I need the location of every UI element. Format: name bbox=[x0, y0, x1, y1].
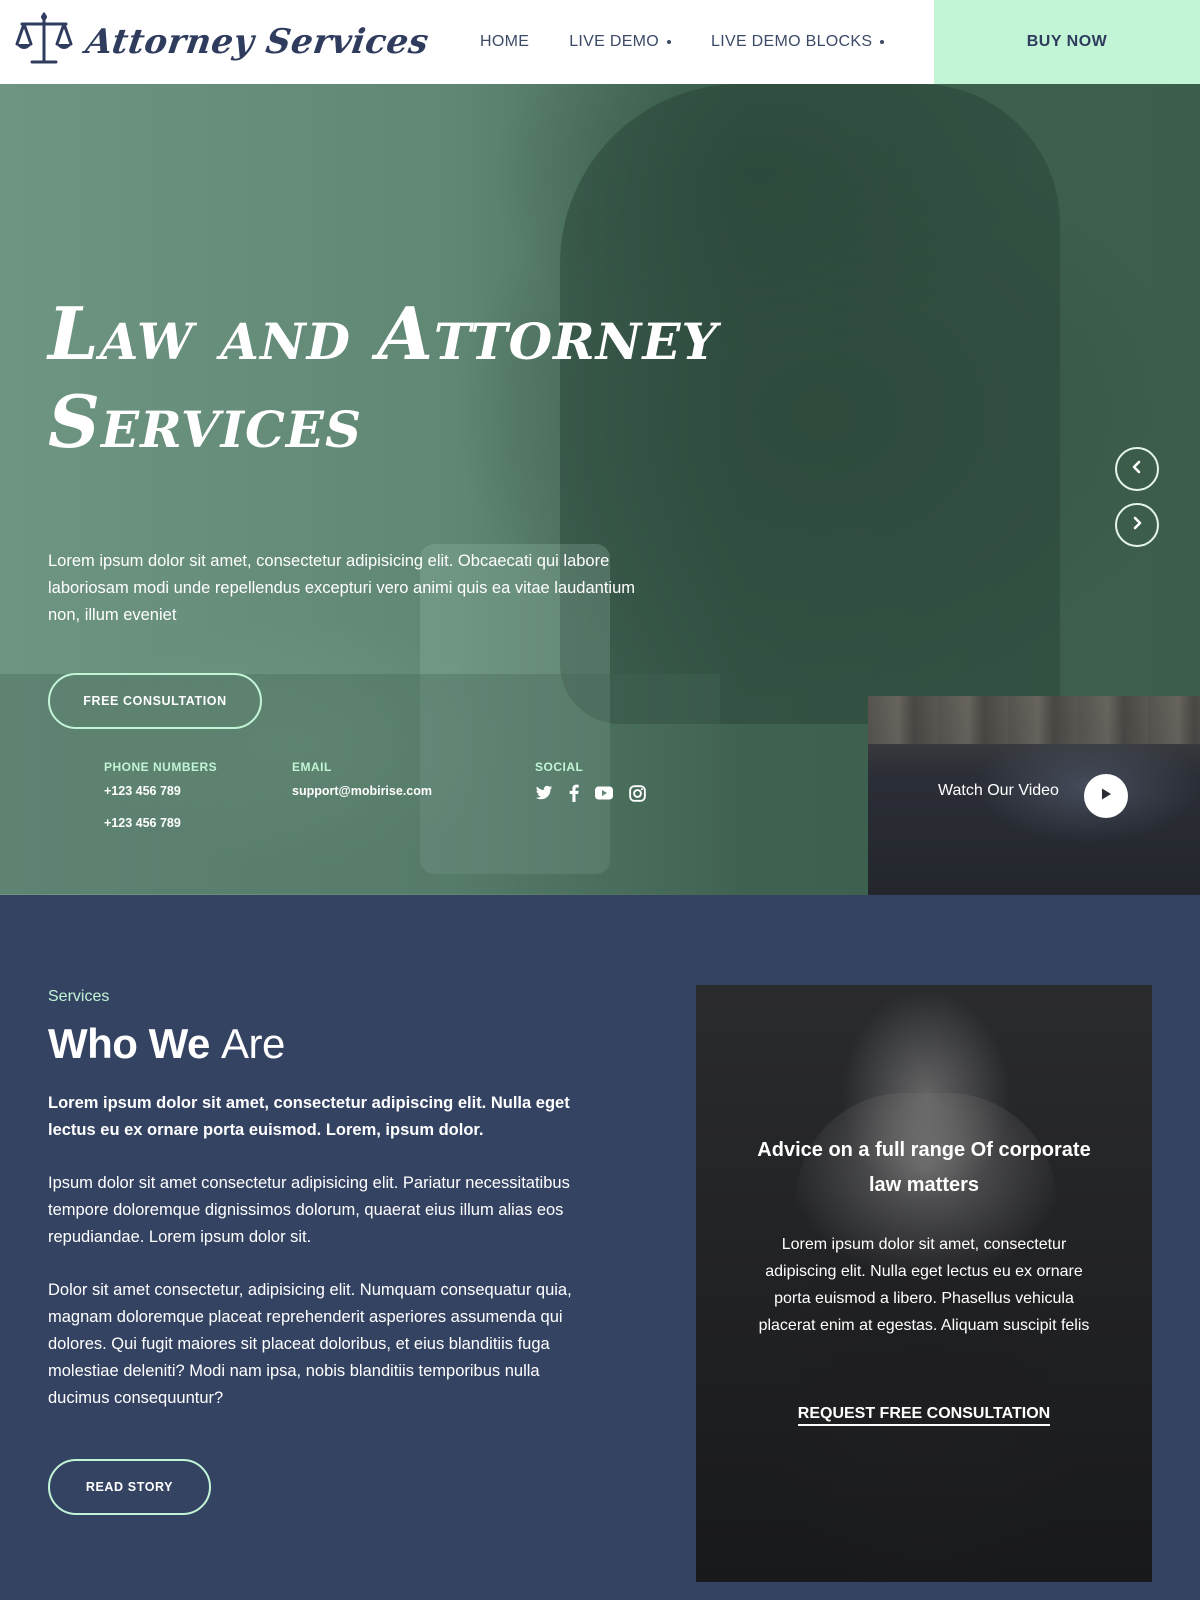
nav-live-demo-blocks[interactable]: LIVE DEMO BLOCKS bbox=[711, 33, 885, 51]
hero-title: Law and Attorney Services bbox=[48, 291, 719, 464]
dropdown-dot-icon bbox=[667, 40, 672, 44]
social-icons bbox=[535, 784, 646, 807]
slider-prev-button[interactable] bbox=[1115, 447, 1159, 491]
dropdown-dot-icon bbox=[880, 40, 885, 44]
instagram-icon[interactable] bbox=[629, 784, 646, 807]
section-kicker: Services bbox=[48, 988, 110, 1005]
facebook-icon[interactable] bbox=[569, 784, 579, 807]
main-nav: HOME LIVE DEMO LIVE DEMO BLOCKS bbox=[480, 0, 885, 84]
buy-now-button[interactable]: BUY NOW bbox=[934, 0, 1200, 84]
watch-video-label: Watch Our Video bbox=[938, 782, 1059, 799]
section-title-bold: Who We bbox=[48, 1020, 210, 1067]
nav-home-label: HOME bbox=[480, 33, 530, 50]
email-label: EMAIL bbox=[292, 760, 332, 774]
phone-number[interactable]: +123 456 789 bbox=[104, 816, 217, 830]
social-label: SOCIAL bbox=[535, 760, 584, 774]
twitter-icon[interactable] bbox=[535, 785, 553, 806]
phone-label: PHONE NUMBERS bbox=[104, 760, 218, 774]
advice-card: Advice on a full range Of corporate law … bbox=[696, 985, 1152, 1582]
site-logo[interactable]: Attorney Services bbox=[14, 10, 432, 73]
card-link-wrap: REQUEST FREE CONSULTATION bbox=[696, 1405, 1152, 1426]
logo-text: Attorney Services bbox=[83, 21, 432, 62]
youtube-icon[interactable] bbox=[595, 786, 613, 805]
scales-icon bbox=[14, 10, 74, 73]
nav-live-demo-label: LIVE DEMO bbox=[569, 33, 660, 50]
lead-paragraph: Lorem ipsum dolor sit amet, consectetur … bbox=[48, 1094, 570, 1139]
social-block: SOCIAL bbox=[535, 760, 646, 807]
video-background-wall bbox=[868, 696, 1200, 744]
section-title-light: Are bbox=[221, 1020, 285, 1067]
card-title: Advice on a full range Of corporate law … bbox=[757, 1139, 1091, 1196]
play-icon bbox=[1099, 787, 1113, 806]
request-consultation-link[interactable]: REQUEST FREE CONSULTATION bbox=[797, 1405, 1051, 1426]
nav-home[interactable]: HOME bbox=[480, 33, 529, 51]
email-link[interactable]: support@mobirise.com bbox=[292, 784, 432, 798]
section-title: Who We Are bbox=[48, 1020, 285, 1068]
body-paragraph: Ipsum dolor sit amet consectetur adipisi… bbox=[48, 1174, 570, 1246]
nav-live-demo[interactable]: LIVE DEMO bbox=[569, 33, 672, 51]
phone-block: PHONE NUMBERS +123 456 789 +123 456 789 bbox=[104, 760, 217, 830]
free-consultation-button[interactable]: FREE CONSULTATION bbox=[48, 673, 262, 729]
video-preview[interactable]: Watch Our Video bbox=[868, 696, 1200, 895]
hero-description: Lorem ipsum dolor sit amet, consectetur … bbox=[48, 552, 635, 624]
body-paragraph: Dolor sit amet consectetur, adipisicing … bbox=[48, 1281, 572, 1407]
slider-next-button[interactable] bbox=[1115, 503, 1159, 547]
read-story-button[interactable]: READ STORY bbox=[48, 1459, 211, 1515]
email-block: EMAIL support@mobirise.com bbox=[292, 760, 432, 798]
chevron-right-icon bbox=[1129, 515, 1145, 536]
phone-number[interactable]: +123 456 789 bbox=[104, 784, 217, 798]
site-header: Attorney Services HOME LIVE DEMO LIVE DE… bbox=[0, 0, 1200, 84]
play-video-button[interactable] bbox=[1084, 774, 1128, 818]
nav-live-demo-blocks-label: LIVE DEMO BLOCKS bbox=[711, 33, 873, 50]
chevron-left-icon bbox=[1129, 459, 1145, 480]
card-text: Lorem ipsum dolor sit amet, consectetur … bbox=[758, 1236, 1090, 1334]
